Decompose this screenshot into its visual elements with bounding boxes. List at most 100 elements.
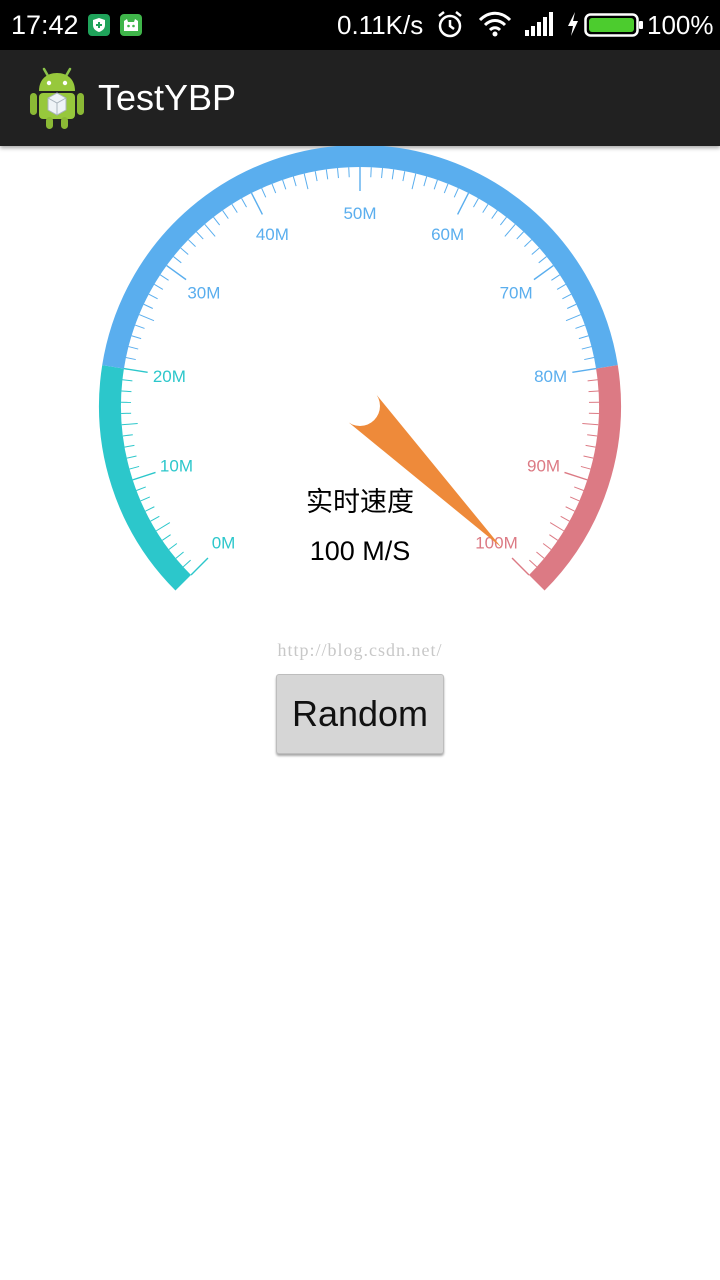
alarm-icon [436, 10, 464, 45]
gauge-tick [148, 293, 158, 300]
gauge-tick-label: 40M [256, 225, 289, 244]
gauge-tick [391, 169, 395, 180]
gauge-tick [533, 264, 554, 281]
gauge-tick [150, 515, 160, 522]
gauge-tick [125, 357, 136, 361]
gauge-tick [180, 247, 189, 255]
shield-icon [88, 14, 110, 36]
gauge-tick [123, 367, 148, 374]
gauge-tick [549, 522, 565, 532]
gauge-tick [337, 168, 339, 179]
gauge-tick [473, 198, 479, 208]
gauge-tick [168, 543, 178, 550]
gauge-tick [583, 455, 594, 459]
gauge-tick [140, 496, 151, 502]
gauge-tick [261, 187, 267, 198]
gauge-tick [578, 335, 589, 340]
gauge-tick [162, 534, 171, 541]
wifi-icon [478, 10, 512, 43]
gauge-tick [196, 231, 204, 240]
gauge-tick [581, 346, 592, 350]
gauge-tick [551, 274, 561, 281]
gauge-tick [531, 247, 540, 255]
battery-icon [584, 10, 644, 45]
watermark: http://blog.csdn.net/ [277, 640, 443, 660]
gauge-tick [565, 506, 575, 512]
gauge-tick-label: 90M [527, 457, 560, 476]
gauge-tick [121, 390, 132, 393]
gauge-tick [122, 379, 133, 382]
signal-icon [524, 10, 554, 43]
random-button[interactable]: Random [276, 674, 444, 754]
gauge-tick [433, 179, 438, 190]
gauge-tick-label: 60M [431, 225, 464, 244]
gauge-tick [381, 168, 383, 179]
gauge-tick [587, 434, 598, 437]
gauge-tick [564, 471, 588, 481]
gauge-tick [504, 223, 516, 237]
gauge-tick [402, 171, 406, 182]
gauge-tick [575, 324, 586, 329]
gauge-tick [136, 486, 146, 491]
gauge-tick [166, 264, 187, 281]
gauge-tick-label: 80M [534, 367, 567, 386]
gauge-tick [585, 444, 596, 448]
gauge-tick [569, 496, 580, 502]
gauge-tick [131, 335, 142, 340]
gauge-tick [124, 444, 135, 448]
gauge-tick [511, 557, 530, 576]
status-time: 17:42 [11, 10, 79, 40]
network-speed: 0.11K/s [337, 10, 424, 40]
gauge-tick [565, 314, 581, 322]
gauge-tick [250, 192, 264, 215]
gauge-tick [188, 239, 196, 247]
gauge-tick [145, 506, 155, 512]
charging-icon [566, 10, 580, 43]
gauge-tick [536, 551, 545, 559]
gauge-tick [303, 173, 309, 190]
gauge-tick [560, 515, 570, 522]
gauge-tick [129, 465, 140, 470]
gauge-tick [453, 187, 459, 198]
gauge-needle [345, 391, 502, 548]
gauge-tick [572, 367, 597, 374]
gauge-tick-label: 20M [153, 367, 186, 386]
gauge-tick [549, 534, 558, 541]
gauge-tick [132, 471, 156, 481]
gauge-tick [182, 559, 191, 568]
gauge-tick-label: 50M [343, 204, 376, 223]
gauge-tick [584, 357, 595, 361]
gauge-tick [173, 256, 182, 264]
gauge-tick [482, 203, 489, 213]
gauge-tick [190, 557, 209, 576]
gauge-tick [588, 390, 599, 393]
gauge-tick [562, 293, 572, 300]
gauge-tick [516, 231, 524, 240]
gauge-tick [314, 171, 318, 182]
gauge-tick [524, 239, 532, 247]
gauge-tick-label: 30M [187, 284, 220, 303]
gauge-tick [213, 216, 221, 226]
gauge-tick [159, 274, 169, 281]
gauge-value: 100 M/S [309, 536, 411, 566]
gauge-tick-label: 70M [500, 284, 533, 303]
gauge-tick [231, 203, 238, 213]
gauge-tick [139, 314, 155, 322]
gauge-tick [574, 486, 584, 491]
gauge-tick [499, 216, 507, 226]
gauge-tick [542, 543, 552, 550]
speedometer: 0M10M20M30M40M50M60M70M80M90M100M 实时速度 1… [0, 145, 720, 616]
gauge-tick [443, 183, 449, 194]
gauge-tick [423, 176, 428, 187]
gauge-tick [282, 179, 287, 190]
gauge-tick [529, 559, 538, 568]
gauge-tick [126, 455, 137, 459]
gauge-tick [580, 465, 591, 470]
gauge-tick [222, 210, 229, 219]
gauge-tick [241, 198, 247, 208]
gauge-tick [566, 303, 577, 309]
gauge-tick [582, 422, 599, 426]
gauge-tick-label: 0M [212, 533, 236, 552]
gauge-tick [411, 173, 417, 190]
gauge-tick [121, 422, 138, 426]
